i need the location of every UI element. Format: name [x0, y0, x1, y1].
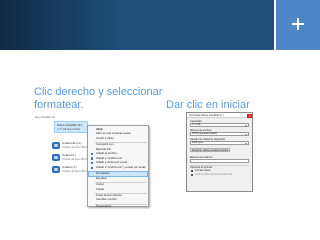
quick-format-label: Formato rápido — [195, 170, 211, 172]
menu-item[interactable]: Copiar — [89, 187, 147, 192]
archive-icon — [91, 152, 94, 155]
archive-icon — [91, 161, 94, 165]
dialog-title: Formatear Disco extraíble (F:) — [189, 113, 224, 117]
allocation-value: 4096 bytes — [192, 142, 204, 145]
allocation-select[interactable]: 4096 bytes — [190, 141, 249, 145]
quick-format-checkbox[interactable] — [191, 170, 194, 173]
optical-drive-icon — [52, 154, 60, 161]
msdos-label: Crear un disco de inicio de MS-DOS — [195, 174, 233, 176]
archive-icon — [91, 166, 94, 169]
group-label: de extraíble (2) — [35, 115, 56, 119]
msdos-checkbox[interactable] — [191, 174, 194, 177]
context-menu: Abrir Abrir en una ventana nueva Anclar a … — [87, 125, 149, 207]
selected-drive-name: Disco extraíble (F:) — [57, 123, 83, 127]
header-banner — [0, 0, 274, 50]
chevron-down-icon — [245, 143, 247, 145]
restore-defaults-button[interactable]: Restaurar valores predeterminados — [190, 148, 230, 152]
close-icon[interactable] — [247, 113, 252, 118]
selected-drive-space: 2.77 GB disponibles — [57, 128, 81, 131]
capacity-value: 3,73 GB — [192, 124, 201, 127]
optical-drive-icon — [52, 142, 60, 149]
menu-item[interactable]: Expulsar — [89, 176, 147, 181]
dialog-footer — [187, 181, 252, 191]
selected-drive[interactable]: Disco extraíble (F:) 2.77 GB disponibles — [54, 121, 88, 133]
explorer-screenshot: de extraíble (2) Disco extraíble (F:) 2.… — [32, 113, 152, 209]
capacity-select[interactable]: 3,73 GB — [190, 123, 249, 127]
filesystem-value: FAT32 (predeterminado) — [192, 133, 217, 136]
volume-label-input[interactable] — [190, 159, 249, 163]
menu-item[interactable]: Cortar — [89, 182, 147, 187]
dialog-titlebar: Formatear Disco extraíble (F:) — [187, 113, 252, 118]
menu-item-label: Añadir y enviar por email... — [96, 160, 130, 165]
menu-item-label: Añadir a "Archivo.rar" y enviar por emai… — [96, 164, 146, 169]
format-options-label: Opciones de formato — [190, 166, 213, 169]
menu-item[interactable]: Compartir con — [89, 142, 147, 147]
menu-item[interactable]: Anclar a Inicio — [89, 136, 147, 141]
chevron-down-icon — [245, 125, 247, 127]
chevron-down-icon — [245, 134, 247, 136]
menu-item[interactable]: Cambiar nombre — [89, 198, 147, 202]
plus-icon — [292, 18, 304, 30]
menu-item[interactable]: Propiedades — [89, 204, 147, 209]
menu-item[interactable]: Añadir a "Archivo.rar" y enviar por emai… — [89, 164, 147, 170]
accent-tab — [276, 0, 320, 50]
caption-left: Clic derecho y seleccionar formatear. — [34, 86, 163, 111]
optical-drive-icon — [52, 166, 60, 173]
header-gradient — [0, 0, 120, 50]
format-dialog: Formatear Disco extraíble (F:) Capacidad… — [186, 112, 253, 192]
archive-icon — [91, 157, 94, 160]
menu-item-label: Añadir a "Archivo.rar" — [96, 155, 123, 160]
caption-right: Dar clic en iniciar — [166, 99, 250, 111]
filesystem-select[interactable]: FAT32 (predeterminado) — [190, 132, 249, 136]
restore-defaults-label: Restaurar valores predeterminados — [191, 149, 228, 152]
menu-item-label: Añadir al archivo... — [96, 151, 120, 156]
